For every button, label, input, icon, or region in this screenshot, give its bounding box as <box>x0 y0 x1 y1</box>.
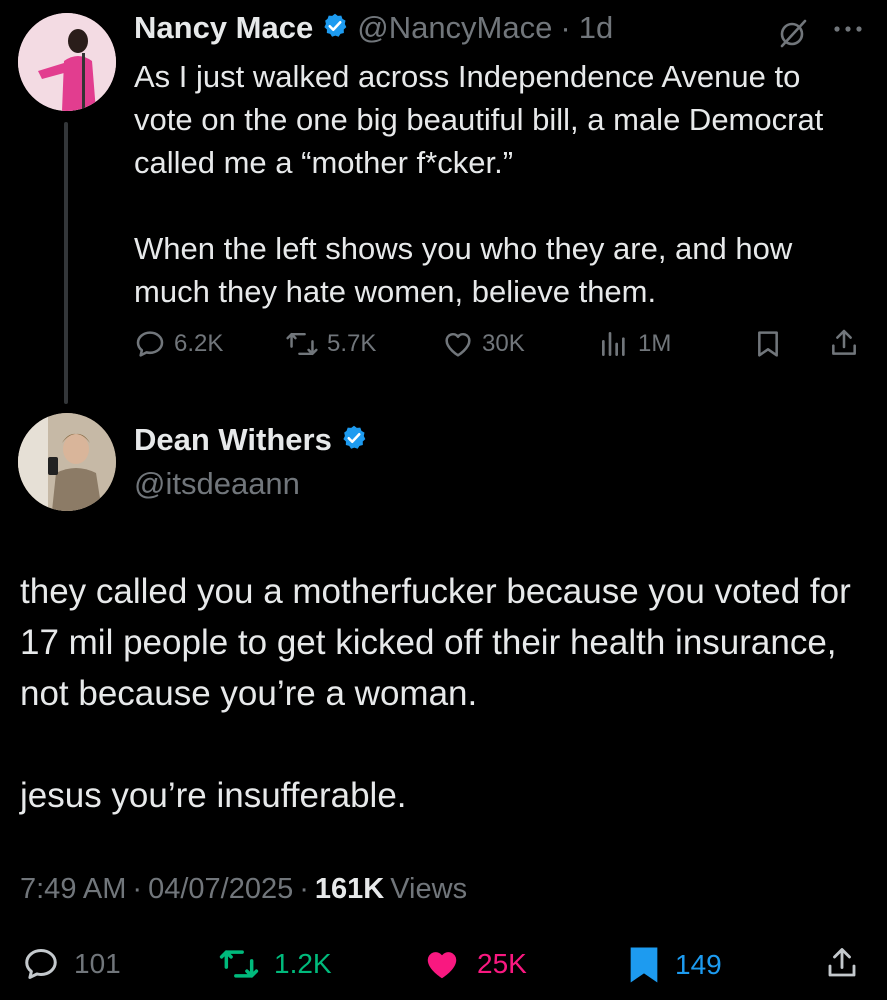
repost-button[interactable]: 5.7K <box>285 328 376 360</box>
grok-icon[interactable] <box>777 17 809 54</box>
separator-dot: · <box>132 873 143 905</box>
repost-button[interactable]: 1.2K <box>218 945 332 983</box>
parent-tweet-paragraph-2: When the left shows you who they are, an… <box>134 231 793 309</box>
share-button[interactable] <box>828 326 860 360</box>
bookmark-button[interactable] <box>752 328 784 360</box>
avatar-nancy-mace[interactable] <box>18 13 116 111</box>
like-count: 30K <box>482 330 525 357</box>
reply-count: 6.2K <box>174 330 224 357</box>
reply-icon <box>25 949 57 979</box>
reply-tweet-paragraph-2: jesus you’re insufferable. <box>20 776 407 815</box>
like-count: 25K <box>477 948 527 979</box>
like-button[interactable]: 30K <box>442 328 525 360</box>
views-label: Views <box>390 873 468 905</box>
repost-count: 5.7K <box>327 330 377 357</box>
reply-button[interactable]: 6.2K <box>134 328 223 360</box>
reply-count: 101 <box>74 948 121 979</box>
parent-tweet-header: Nancy Mace @NancyMace · 1d <box>134 10 613 46</box>
reply-tweet-paragraph-1: they called you a motherfucker because y… <box>20 572 851 713</box>
share-icon <box>832 329 856 355</box>
like-icon <box>445 332 471 357</box>
bookmark-icon <box>758 331 778 357</box>
share-icon <box>828 948 856 977</box>
bookmark-button[interactable]: 149 <box>627 945 722 985</box>
separator-dot: · <box>299 873 309 905</box>
tweet-time[interactable]: 7:49 AM <box>20 873 126 906</box>
views-icon <box>602 332 625 356</box>
views-total: 161K <box>314 873 385 905</box>
bookmark-icon <box>630 947 658 983</box>
reply-icon <box>136 331 164 357</box>
verified-badge-icon <box>321 12 349 45</box>
bookmark-count: 149 <box>675 949 722 980</box>
like-icon <box>427 952 457 979</box>
repost-icon <box>286 332 318 356</box>
author-handle[interactable]: @NancyMace <box>357 10 552 46</box>
avatar-image <box>18 13 116 111</box>
share-button[interactable] <box>824 943 860 983</box>
repost-icon <box>219 950 259 978</box>
author-name[interactable]: Dean Withers <box>134 422 332 458</box>
verified-badge-icon <box>340 424 368 457</box>
like-button[interactable]: 25K <box>421 945 527 983</box>
parent-tweet-paragraph-1: As I just walked across Independence Ave… <box>134 59 824 180</box>
more-icon[interactable] <box>833 22 863 40</box>
tweet-meta: 7:49 AM · 04/07/2025 · 161K Views <box>20 873 467 906</box>
repost-count: 1.2K <box>274 948 332 979</box>
tweet-date[interactable]: 04/07/2025 <box>148 873 293 906</box>
tweet-age[interactable]: 1d <box>579 10 613 46</box>
avatar-image <box>18 413 116 511</box>
author-handle[interactable]: @itsdeaann <box>134 466 300 502</box>
reply-button[interactable]: 101 <box>22 945 121 983</box>
reply-tweet-text: they called you a motherfucker because y… <box>20 566 870 821</box>
views-button[interactable]: 1M <box>598 328 671 360</box>
reply-tweet-header: Dean Withers <box>134 422 368 458</box>
separator-dot: · <box>560 10 571 45</box>
views-count: 1M <box>638 330 672 357</box>
author-name[interactable]: Nancy Mace <box>134 10 313 46</box>
thread-connector-line <box>64 122 68 404</box>
avatar-dean-withers[interactable] <box>18 413 116 511</box>
parent-tweet-text: As I just walked across Independence Ave… <box>134 55 864 313</box>
